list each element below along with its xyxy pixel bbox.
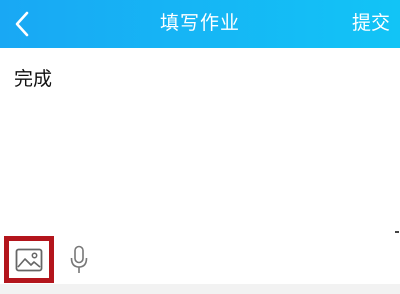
voice-input-button[interactable] bbox=[64, 238, 94, 282]
homework-text-input[interactable]: 完成 bbox=[14, 64, 384, 91]
chevron-left-icon bbox=[15, 11, 29, 37]
submit-button[interactable]: 提交 bbox=[352, 0, 390, 46]
editor-toolbar bbox=[0, 232, 400, 284]
header-bar: 填写作业 提交 bbox=[0, 0, 400, 48]
insert-image-button[interactable] bbox=[4, 236, 54, 283]
image-icon bbox=[15, 248, 43, 271]
microphone-icon bbox=[70, 245, 88, 273]
page-title: 填写作业 bbox=[159, 12, 240, 34]
bottom-divider bbox=[0, 284, 400, 294]
back-button[interactable] bbox=[4, 4, 40, 44]
